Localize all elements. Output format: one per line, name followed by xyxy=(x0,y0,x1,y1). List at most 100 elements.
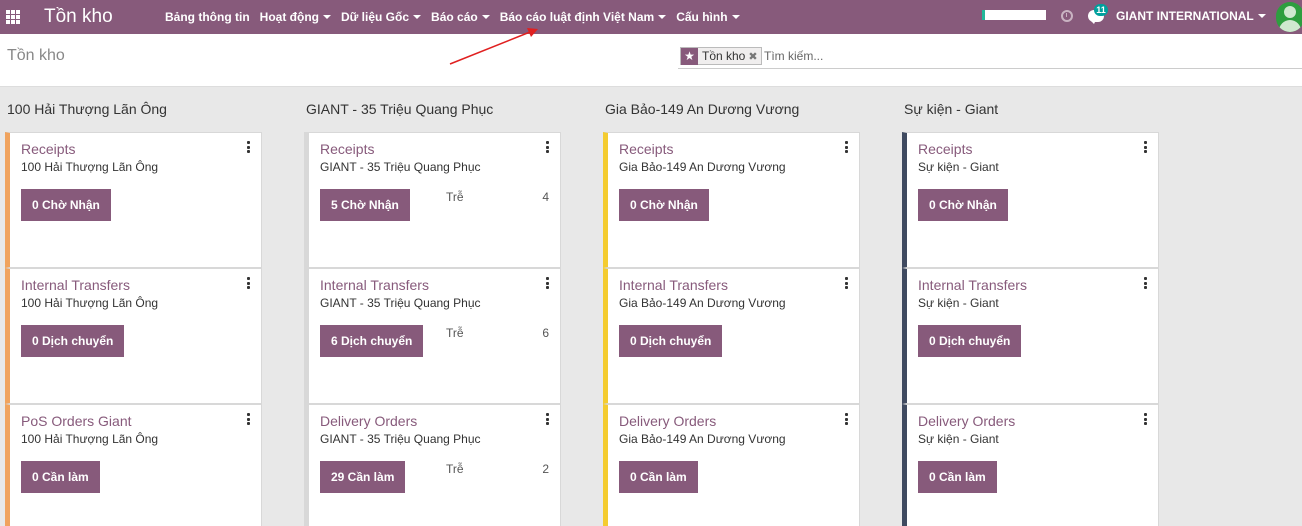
menu-item-label: Báo cáo xyxy=(431,10,478,24)
operation-count-button[interactable]: 0 Dịch chuyển xyxy=(918,325,1022,357)
operation-card: Receipts Sự kiện - Giant 0 Chờ Nhận xyxy=(902,132,1159,268)
operation-card: Internal Transfers Gia Bảo-149 An Dương … xyxy=(603,268,860,404)
warehouse-name: Sự kiện - Giant xyxy=(918,296,999,310)
menu-item-reports[interactable]: Báo cáo xyxy=(426,10,495,24)
menu-item-configuration[interactable]: Cấu hình xyxy=(671,10,744,24)
search-bar: ★ Tồn kho ✖ xyxy=(678,47,1302,69)
operation-name[interactable]: Internal Transfers xyxy=(21,277,130,293)
late-label[interactable]: Trễ xyxy=(446,190,464,204)
top-navbar: Tồn kho Bảng thông tin Hoạt động Dữ liệu… xyxy=(0,0,1302,34)
operation-name[interactable]: Internal Transfers xyxy=(918,277,1027,293)
operation-card: Internal Transfers GIANT - 35 Triệu Quan… xyxy=(304,268,561,404)
operation-card: Receipts Gia Bảo-149 An Dương Vương 0 Ch… xyxy=(603,132,860,268)
operation-name[interactable]: Receipts xyxy=(918,141,972,157)
card-options-icon[interactable] xyxy=(247,413,251,425)
operation-card: Internal Transfers Sự kiện - Giant 0 Dịc… xyxy=(902,268,1159,404)
operation-count-button[interactable]: 29 Cần làm xyxy=(320,461,406,493)
operation-name[interactable]: Receipts xyxy=(619,141,673,157)
late-label[interactable]: Trễ xyxy=(446,326,464,340)
menu-item-dashboard[interactable]: Bảng thông tin xyxy=(160,10,255,24)
operation-card: Receipts 100 Hải Thượng Lãn Ông 0 Chờ Nh… xyxy=(5,132,262,268)
column-title: 100 Hải Thượng Lãn Ông xyxy=(7,101,167,117)
caret-down-icon xyxy=(1257,14,1266,18)
operation-count-button[interactable]: 0 Dịch chuyển xyxy=(619,325,723,357)
search-facet: ★ Tồn kho ✖ xyxy=(680,47,762,65)
card-options-icon[interactable] xyxy=(546,141,550,153)
menu-item-label: Dữ liệu Gốc xyxy=(340,10,410,24)
main-menu: Bảng thông tin Hoạt động Dữ liệu Gốc Báo… xyxy=(160,0,745,34)
late-count[interactable]: 6 xyxy=(542,326,549,340)
warehouse-name: Sự kiện - Giant xyxy=(918,432,999,446)
menu-item-vn-statutory-reports[interactable]: Báo cáo luật định Việt Nam xyxy=(495,10,671,24)
operation-count-button[interactable]: 0 Cần làm xyxy=(918,461,997,493)
app-name[interactable]: Tồn kho xyxy=(44,6,113,28)
warehouse-name: GIANT - 35 Triệu Quang Phục xyxy=(320,296,481,310)
card-options-icon[interactable] xyxy=(546,277,550,289)
operation-name[interactable]: Internal Transfers xyxy=(320,277,429,293)
caret-down-icon xyxy=(481,15,490,19)
warehouse-name: 100 Hải Thượng Lãn Ông xyxy=(21,296,159,310)
menu-item-label: Hoạt động xyxy=(259,10,319,24)
control-panel: Tồn kho ★ Tồn kho ✖ xyxy=(0,34,1302,87)
clock-icon[interactable] xyxy=(1061,10,1073,22)
menu-item-label: Báo cáo luật định Việt Nam xyxy=(499,10,655,24)
caret-down-icon xyxy=(731,15,740,19)
menu-item-label: Bảng thông tin xyxy=(165,10,250,24)
warehouse-name: GIANT - 35 Triệu Quang Phục xyxy=(320,160,481,174)
operation-count-button[interactable]: 0 Cần làm xyxy=(21,461,100,493)
late-count[interactable]: 4 xyxy=(542,190,549,204)
late-count[interactable]: 2 xyxy=(542,462,549,476)
avatar[interactable] xyxy=(1276,2,1302,32)
warehouse-name: GIANT - 35 Triệu Quang Phục xyxy=(320,432,481,446)
column-title: GIANT - 35 Triệu Quang Phục xyxy=(306,101,494,117)
operation-count-button[interactable]: 5 Chờ Nhận xyxy=(320,189,410,221)
company-switcher[interactable]: GIANT INTERNATIONAL xyxy=(1116,9,1266,23)
operation-name[interactable]: Receipts xyxy=(21,141,75,157)
search-input[interactable] xyxy=(764,48,1264,64)
operation-count-button[interactable]: 6 Dịch chuyển xyxy=(320,325,424,357)
facet-remove-icon[interactable]: ✖ xyxy=(748,50,760,63)
menu-item-master-data[interactable]: Dữ liệu Gốc xyxy=(336,10,426,24)
apps-menu-icon[interactable] xyxy=(6,10,20,24)
operation-name[interactable]: Receipts xyxy=(320,141,374,157)
card-options-icon[interactable] xyxy=(247,277,251,289)
warehouse-name: Gia Bảo-149 An Dương Vương xyxy=(619,160,786,174)
card-options-icon[interactable] xyxy=(1144,413,1148,425)
progress-fill xyxy=(982,10,986,20)
chat-badge: 11 xyxy=(1094,4,1108,16)
column-title: Sự kiện - Giant xyxy=(904,101,999,117)
menu-item-operations[interactable]: Hoạt động xyxy=(255,10,336,24)
operation-count-button[interactable]: 0 Chờ Nhận xyxy=(918,189,1008,221)
card-options-icon[interactable] xyxy=(845,141,849,153)
caret-down-icon xyxy=(322,15,331,19)
card-options-icon[interactable] xyxy=(845,413,849,425)
operation-card: Delivery Orders Sự kiện - Giant 0 Cần là… xyxy=(902,404,1159,526)
operation-name[interactable]: PoS Orders Giant xyxy=(21,413,132,429)
operation-count-button[interactable]: 0 Cần làm xyxy=(619,461,698,493)
facet-value: Tồn kho xyxy=(702,49,746,63)
operation-count-button[interactable]: 0 Chờ Nhận xyxy=(619,189,709,221)
menu-item-label: Cấu hình xyxy=(676,10,728,24)
operation-card: Internal Transfers 100 Hải Thượng Lãn Ôn… xyxy=(5,268,262,404)
column-title: Gia Bảo-149 An Dương Vương xyxy=(605,101,800,117)
page-title: Tồn kho xyxy=(7,47,65,64)
warehouse-name: 100 Hải Thượng Lãn Ông xyxy=(21,160,159,174)
card-options-icon[interactable] xyxy=(247,141,251,153)
operation-name[interactable]: Delivery Orders xyxy=(918,413,1015,429)
operation-name[interactable]: Internal Transfers xyxy=(619,277,728,293)
operation-name[interactable]: Delivery Orders xyxy=(320,413,417,429)
warehouse-name: Sự kiện - Giant xyxy=(918,160,999,174)
card-options-icon[interactable] xyxy=(845,277,849,289)
warehouse-name: 100 Hải Thượng Lãn Ông xyxy=(21,432,159,446)
operation-card: PoS Orders Giant 100 Hải Thượng Lãn Ông … xyxy=(5,404,262,526)
operation-count-button[interactable]: 0 Chờ Nhận xyxy=(21,189,111,221)
operation-name[interactable]: Delivery Orders xyxy=(619,413,716,429)
late-label[interactable]: Trễ xyxy=(446,462,464,476)
caret-down-icon xyxy=(413,15,422,19)
card-options-icon[interactable] xyxy=(546,413,550,425)
warehouse-name: Gia Bảo-149 An Dương Vương xyxy=(619,432,786,446)
operation-count-button[interactable]: 0 Dịch chuyển xyxy=(21,325,125,357)
card-options-icon[interactable] xyxy=(1144,277,1148,289)
card-options-icon[interactable] xyxy=(1144,141,1148,153)
caret-down-icon xyxy=(658,15,667,19)
